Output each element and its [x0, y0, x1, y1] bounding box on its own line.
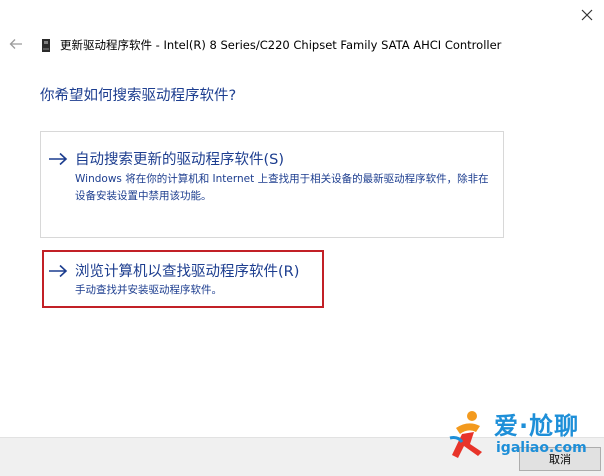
arrow-right-icon	[48, 151, 68, 167]
window-title-row: 更新驱动程序软件 - Intel(R) 8 Series/C220 Chipse…	[40, 36, 501, 54]
auto-search-option[interactable]: 自动搜索更新的驱动程序软件(S) Windows 将在你的计算机和 Intern…	[40, 131, 504, 238]
browse-computer-option-title: 浏览计算机以查找驱动程序软件(R)	[75, 264, 300, 280]
auto-search-option-head: 自动搜索更新的驱动程序软件(S)	[48, 148, 284, 169]
browse-computer-option-description: 手动查找并安装驱动程序软件。	[75, 284, 222, 296]
dialog-footer	[0, 437, 604, 476]
auto-search-option-description: Windows 将在你的计算机和 Internet 上查找用于相关设备的最新驱动…	[75, 173, 489, 202]
device-icon	[40, 37, 52, 53]
cancel-button[interactable]: 取消	[519, 447, 601, 471]
back-button[interactable]	[6, 34, 26, 54]
window-title: 更新驱动程序软件 - Intel(R) 8 Series/C220 Chipse…	[60, 38, 502, 52]
close-button[interactable]	[572, 2, 602, 28]
search-question-heading: 你希望如何搜索驱动程序软件?	[40, 88, 237, 104]
arrow-right-icon	[48, 263, 68, 279]
browse-computer-option[interactable]: 浏览计算机以查找驱动程序软件(R) 手动查找并安装驱动程序软件。	[40, 246, 504, 308]
watermark-brand: 爱·尬聊	[494, 412, 580, 440]
close-icon	[581, 9, 593, 21]
update-driver-dialog: 更新驱动程序软件 - Intel(R) 8 Series/C220 Chipse…	[0, 0, 604, 476]
back-arrow-icon	[9, 39, 22, 49]
auto-search-option-title: 自动搜索更新的驱动程序软件(S)	[75, 152, 285, 168]
browse-computer-option-head: 浏览计算机以查找驱动程序软件(R)	[48, 260, 299, 281]
